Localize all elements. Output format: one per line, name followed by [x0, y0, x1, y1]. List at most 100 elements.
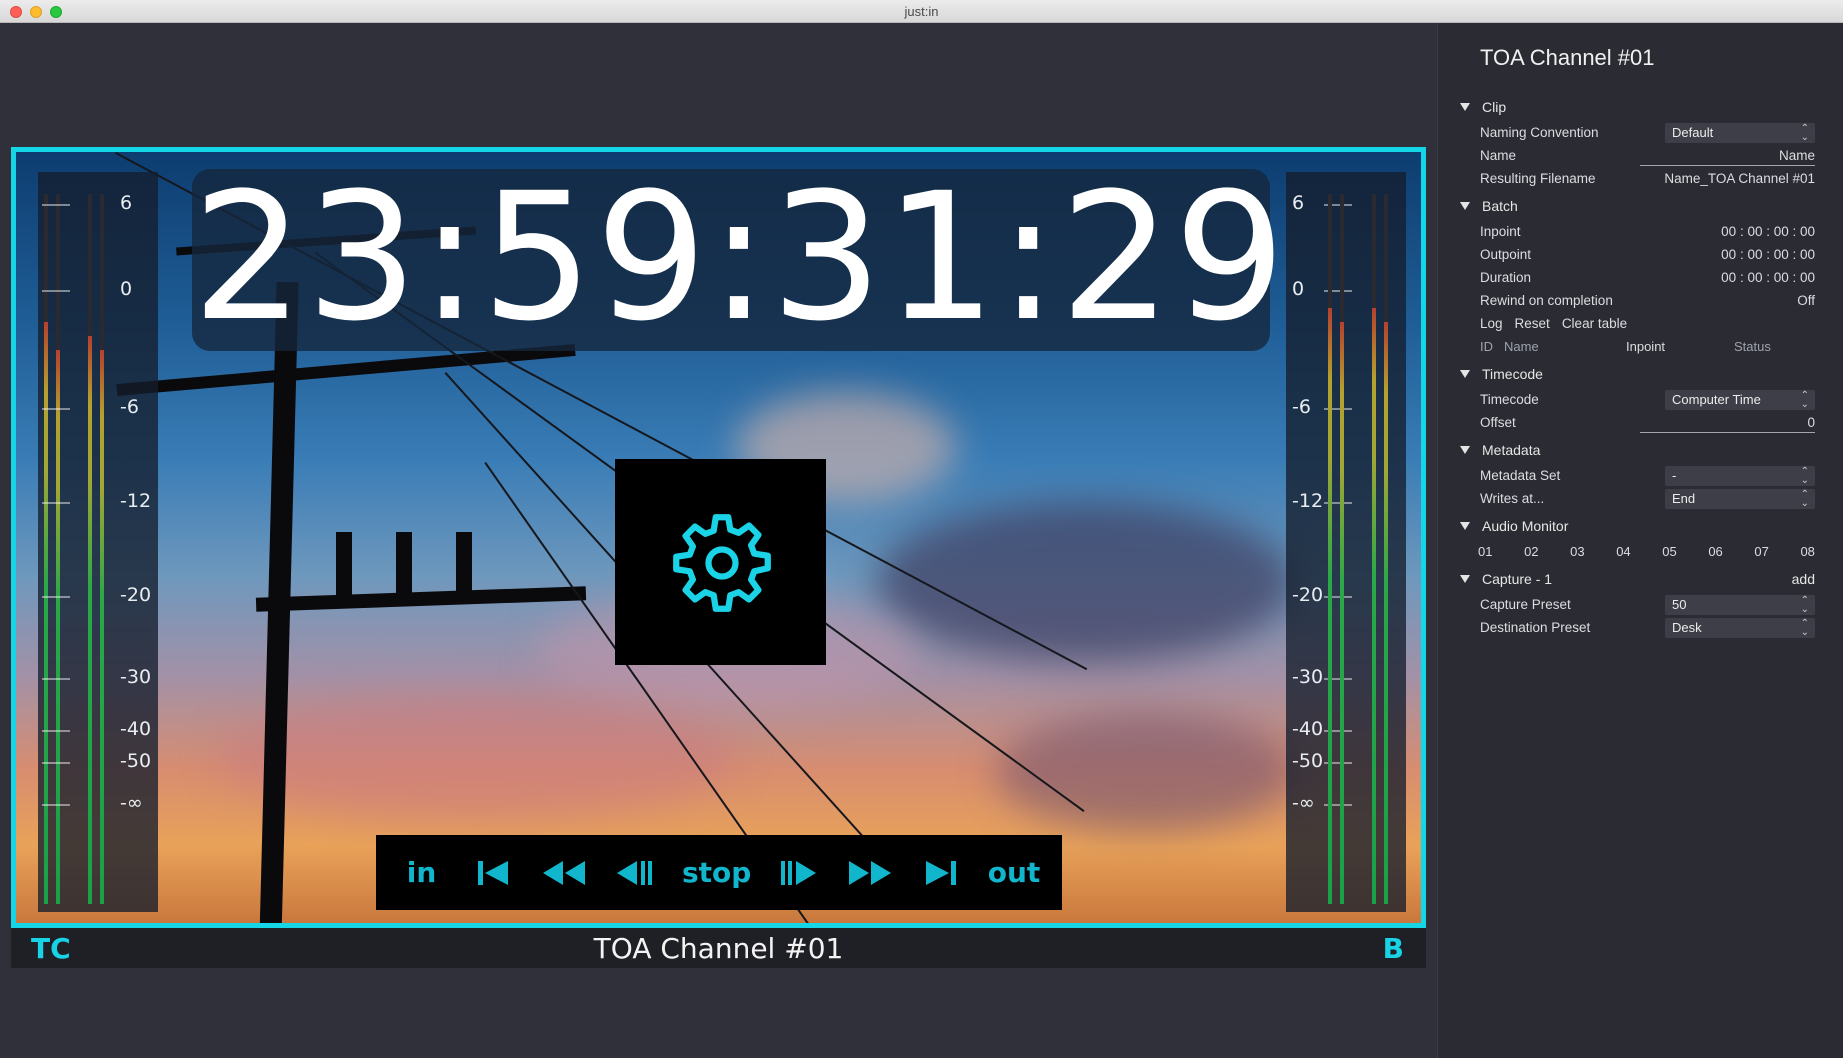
- select-value: -: [1672, 468, 1677, 483]
- stop-button[interactable]: stop: [682, 835, 751, 910]
- log-button[interactable]: Log: [1480, 316, 1503, 331]
- audio-channel-toggle[interactable]: 04: [1616, 544, 1630, 559]
- inpoint-value[interactable]: 00 : 00 : 00 : 00: [1721, 224, 1815, 239]
- channel-badge[interactable]: B: [1383, 932, 1404, 965]
- mark-in-button[interactable]: in: [398, 835, 446, 910]
- section-capture[interactable]: Capture - 1: [1460, 571, 1815, 587]
- settings-button[interactable]: [615, 459, 826, 665]
- skip-to-end-button[interactable]: [917, 835, 965, 910]
- timecode-source-select[interactable]: Computer Time ⌃ ⌄: [1665, 390, 1815, 410]
- batch-actions: Log Reset Clear table: [1480, 316, 1639, 331]
- fast-forward-icon: [848, 860, 891, 885]
- skip-to-end-icon: [925, 860, 956, 885]
- rewind-icon: [542, 860, 585, 885]
- skip-to-start-button[interactable]: [469, 835, 517, 910]
- col-inpoint-header: Inpoint: [1626, 339, 1666, 354]
- col-name-header: Name: [1504, 339, 1539, 354]
- stepper-arrows-icon: ⌃ ⌄: [1800, 466, 1809, 486]
- meter-scale-label: -40: [1292, 718, 1324, 740]
- mark-out-button[interactable]: out: [988, 835, 1041, 910]
- audio-channel-toggle[interactable]: 05: [1662, 544, 1676, 559]
- skip-to-start-icon: [477, 860, 508, 885]
- name-field[interactable]: Name: [1640, 146, 1815, 166]
- audio-channel-toggle[interactable]: 08: [1800, 544, 1814, 559]
- disclosure-triangle-icon: [1460, 202, 1470, 210]
- offset-row: Offset 0: [1480, 413, 1815, 433]
- meter-bar: [56, 194, 60, 904]
- section-timecode[interactable]: Timecode: [1460, 366, 1543, 382]
- step-back-button[interactable]: [611, 835, 659, 910]
- meter-bar-fill: [100, 350, 104, 904]
- destination-preset-select[interactable]: Desk ⌃ ⌄: [1665, 618, 1815, 638]
- meter-scale-label: -12: [1292, 490, 1324, 512]
- meter-scale-label: 0: [1292, 278, 1305, 300]
- select-value: Desk: [1672, 620, 1702, 635]
- destination-preset-label: Destination Preset: [1480, 620, 1591, 635]
- duration-row: Duration 00 : 00 : 00 : 00: [1480, 268, 1815, 288]
- sky-cloud: [996, 712, 1296, 832]
- stepper-arrows-icon: ⌃ ⌄: [1800, 595, 1809, 615]
- resulting-filename-label: Resulting Filename: [1480, 171, 1596, 186]
- outpoint-row: Outpoint 00 : 00 : 00 : 00: [1480, 245, 1815, 265]
- meter-scale-label: -30: [120, 666, 152, 688]
- meter-scale-label: -20: [1292, 584, 1324, 606]
- resulting-filename-value: Name_TOA Channel #01: [1664, 171, 1815, 186]
- audio-channel-toggle[interactable]: 06: [1708, 544, 1722, 559]
- window-titlebar: just:in: [0, 0, 1843, 23]
- audio-channel-toggle[interactable]: 01: [1478, 544, 1492, 559]
- writes-at-select[interactable]: End ⌃ ⌄: [1665, 489, 1815, 509]
- meter-bar: [1372, 194, 1376, 904]
- window-title: just:in: [904, 4, 939, 19]
- metadata-set-select[interactable]: - ⌃ ⌄: [1665, 466, 1815, 486]
- capture-preset-select[interactable]: 50 ⌃ ⌄: [1665, 595, 1815, 615]
- audio-meter-left: 6 0 -6 -12 -20 -30 -40 -50 -∞: [38, 172, 158, 912]
- writes-at-label: Writes at...: [1480, 491, 1545, 506]
- rewind-toggle[interactable]: Off: [1797, 293, 1815, 308]
- name-label: Name: [1480, 148, 1517, 163]
- step-forward-button[interactable]: [774, 835, 822, 910]
- destination-preset-row: Destination Preset Desk ⌃ ⌄: [1480, 618, 1815, 638]
- offset-label: Offset: [1480, 415, 1516, 430]
- rewind-button[interactable]: [540, 835, 588, 910]
- audio-channel-toggle[interactable]: 03: [1570, 544, 1584, 559]
- meter-scale-label: -40: [120, 718, 152, 740]
- meter-scale-label: -∞: [1292, 792, 1315, 814]
- video-preview[interactable]: 6 0 -6 -12 -20 -30 -40 -50 -∞ 6 0 -6 -12 -20 -30 -40 -5…: [11, 147, 1426, 928]
- stepper-arrows-icon: ⌃ ⌄: [1800, 390, 1809, 410]
- section-batch-label: Batch: [1482, 198, 1518, 214]
- offset-field[interactable]: 0: [1640, 413, 1815, 433]
- meter-scale-tick: [42, 502, 70, 504]
- naming-convention-select[interactable]: Default ⌃ ⌄: [1665, 123, 1815, 143]
- name-row: Name Name: [1480, 146, 1815, 166]
- timecode-source-label: Timecode: [1480, 392, 1539, 407]
- section-timecode-label: Timecode: [1482, 366, 1543, 382]
- section-clip[interactable]: Clip: [1460, 99, 1506, 115]
- section-batch[interactable]: Batch: [1460, 198, 1518, 214]
- add-capture-button[interactable]: add: [1792, 571, 1815, 587]
- batch-actions-row: Log Reset Clear table: [1480, 314, 1815, 334]
- audio-channel-toggle[interactable]: 07: [1754, 544, 1768, 559]
- stepper-arrows-icon: ⌃ ⌄: [1800, 489, 1809, 509]
- reset-button[interactable]: Reset: [1515, 316, 1550, 331]
- outpoint-value[interactable]: 00 : 00 : 00 : 00: [1721, 247, 1815, 262]
- meter-scale-label: -∞: [120, 792, 143, 814]
- meter-bar: [1384, 194, 1388, 904]
- clear-table-button[interactable]: Clear table: [1562, 316, 1627, 331]
- meter-bar-fill: [88, 336, 92, 904]
- section-audio-monitor[interactable]: Audio Monitor: [1460, 518, 1568, 534]
- rewind-label: Rewind on completion: [1480, 293, 1613, 308]
- meter-scale-tick: [42, 678, 70, 680]
- meter-bar: [1340, 194, 1344, 904]
- section-metadata[interactable]: Metadata: [1460, 442, 1540, 458]
- meter-scale-label: -6: [120, 396, 139, 418]
- meter-scale-tick: [42, 730, 70, 732]
- section-metadata-label: Metadata: [1482, 442, 1541, 458]
- select-value: Computer Time: [1672, 392, 1761, 407]
- fast-forward-button[interactable]: [846, 835, 894, 910]
- sky-cloud: [876, 502, 1296, 662]
- disclosure-triangle-icon: [1460, 522, 1470, 530]
- duration-label: Duration: [1480, 270, 1532, 285]
- metadata-set-label: Metadata Set: [1480, 468, 1561, 483]
- meter-scale-tick: [42, 290, 70, 292]
- audio-channel-toggle[interactable]: 02: [1524, 544, 1538, 559]
